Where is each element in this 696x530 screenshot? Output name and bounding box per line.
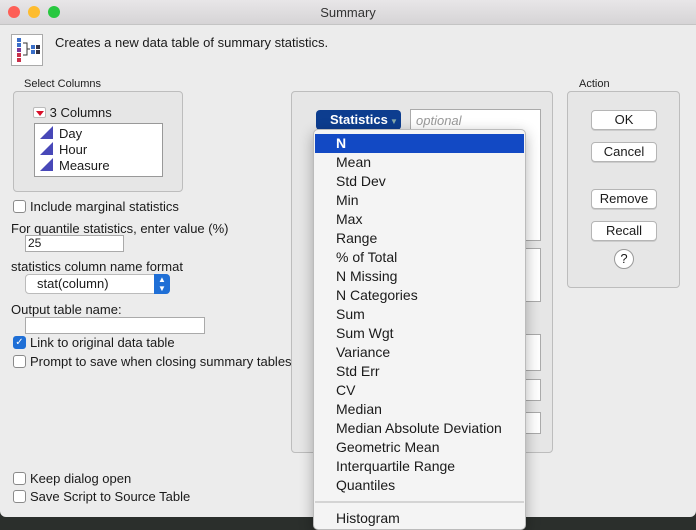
menu-item-median-absolute-deviation[interactable]: Median Absolute Deviation [315,419,524,438]
menu-item-range[interactable]: Range [315,229,524,248]
continuous-icon [40,142,53,155]
minimize-window-button[interactable] [28,6,40,18]
column-item-day[interactable]: Day [40,126,157,142]
action-panel: OK Cancel Remove Recall ? [567,91,680,288]
close-window-button[interactable] [8,6,20,18]
menu-item-n-missing[interactable]: N Missing [315,267,524,286]
summary-icon [11,34,43,66]
ok-button[interactable]: OK [591,110,657,130]
column-item-measure[interactable]: Measure [40,158,157,174]
quantile-input[interactable]: 25 [25,235,124,252]
red-triangle-menu-icon[interactable] [33,107,46,118]
menu-item-n[interactable]: N [315,134,524,153]
keep-open-checkbox[interactable] [13,472,26,485]
menu-item-n-categories[interactable]: N Categories [315,286,524,305]
link-original-checkbox[interactable]: ✓ [13,336,26,349]
menu-item-variance[interactable]: Variance [315,343,524,362]
window-title: Summary [320,5,376,20]
name-format-select[interactable]: stat(column) ▲ ▼ [25,274,170,294]
keep-open-label: Keep dialog open [30,471,132,486]
link-original-label: Link to original data table [30,335,175,350]
title-bar: Summary [0,0,696,25]
output-name-input[interactable] [25,317,205,334]
columns-list[interactable]: Day Hour Measure [34,123,163,177]
menu-item-std-dev[interactable]: Std Dev [315,172,524,191]
menu-item-min[interactable]: Min [315,191,524,210]
zoom-window-button[interactable] [48,6,60,18]
remove-button[interactable]: Remove [591,189,657,209]
menu-item-histogram[interactable]: Histogram [315,509,524,528]
column-item-hour[interactable]: Hour [40,142,157,158]
menu-item-mean[interactable]: Mean [315,153,524,172]
include-marginal-label: Include marginal statistics [30,199,179,214]
menu-item-max[interactable]: Max [315,210,524,229]
menu-item-std-err[interactable]: Std Err [315,362,524,381]
statistics-dropdown-menu: N Mean Std Dev Min Max Range% of Total N Missi… [313,129,526,530]
select-columns-panel: 3 Columns Day Hour Measure [13,91,183,192]
quantile-label: For quantile statistics, enter value (%) [11,221,229,236]
menu-separator [315,501,524,503]
continuous-icon [40,126,53,139]
chevron-updown-icon: ▲ ▼ [154,274,170,294]
output-name-label: Output table name: [11,302,122,317]
select-columns-label: Select Columns [24,78,102,90]
include-marginal-checkbox[interactable] [13,200,26,213]
columns-header[interactable]: 3 Columns [33,105,112,120]
help-button[interactable]: ? [614,249,634,269]
menu-item-of-total[interactable]: % of Total [315,248,524,267]
action-label: Action [579,78,610,90]
recall-button[interactable]: Recall [591,221,657,241]
dialog-description: Creates a new data table of summary stat… [55,35,329,50]
continuous-icon [40,158,53,171]
prompt-save-checkbox[interactable] [13,355,26,368]
prompt-save-label: Prompt to save when closing summary tabl… [30,354,292,369]
menu-item-sum[interactable]: Sum [315,305,524,324]
dropdown-arrow-icon: ▼ [387,117,398,126]
columns-count: 3 Columns [49,105,112,120]
menu-item-quantiles[interactable]: Quantiles [315,476,524,495]
menu-item-geometric-mean[interactable]: Geometric Mean [315,438,524,457]
save-script-label: Save Script to Source Table [30,489,191,504]
name-format-label: statistics column name format [11,259,183,274]
menu-item-sum-wgt[interactable]: Sum Wgt [315,324,524,343]
menu-item-median[interactable]: Median [315,400,524,419]
menu-item-interquartile-range[interactable]: Interquartile Range [315,457,524,476]
menu-item-cv[interactable]: CV [315,381,524,400]
statistics-button[interactable]: Statistics ▼ [316,110,401,130]
cancel-button[interactable]: Cancel [591,142,657,162]
save-script-checkbox[interactable] [13,490,26,503]
